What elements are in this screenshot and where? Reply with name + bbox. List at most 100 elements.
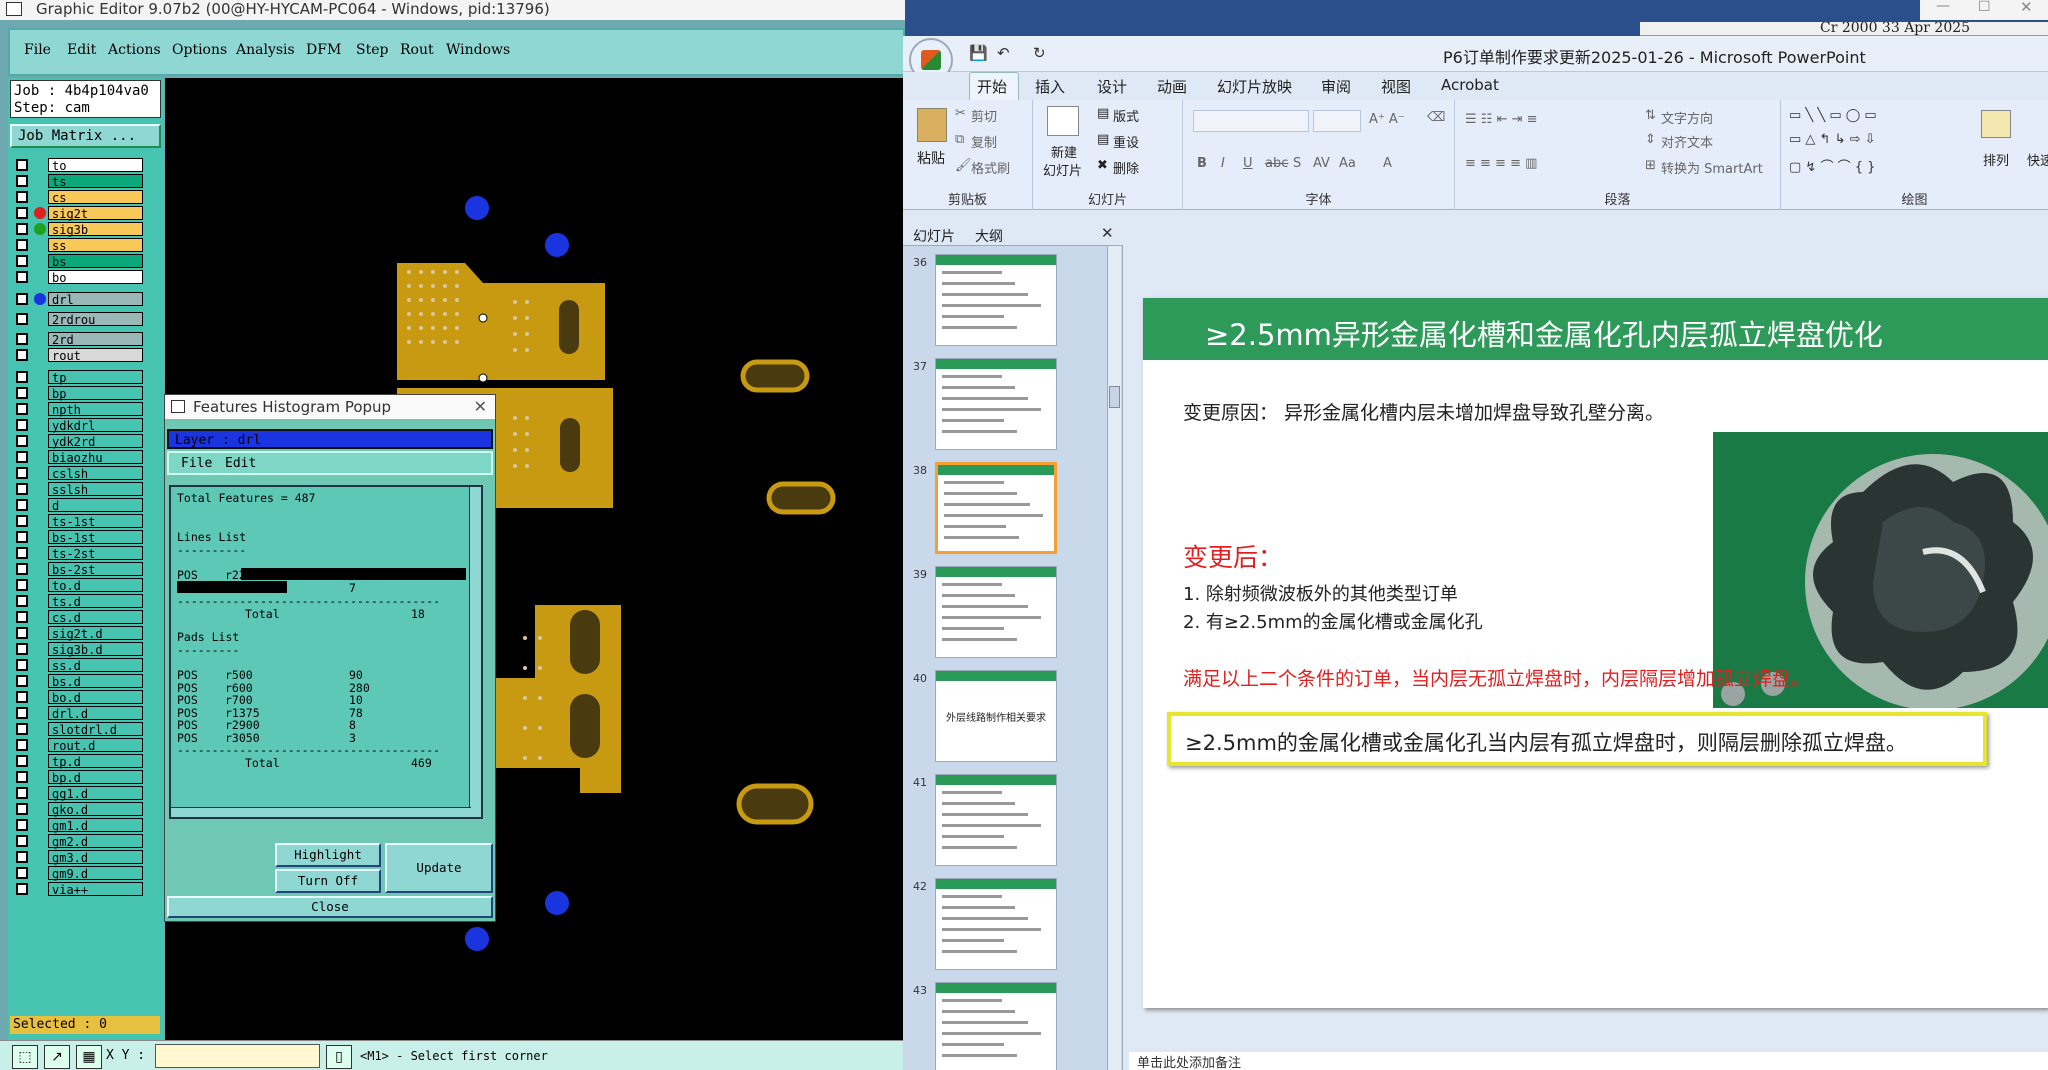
menu-analysis[interactable]: Analysis	[236, 42, 295, 58]
layer-row[interactable]: npth	[12, 402, 143, 417]
layer-name[interactable]: gm2.d	[48, 834, 143, 849]
layer-checkbox[interactable]	[16, 271, 28, 283]
font-name-combo[interactable]	[1193, 110, 1309, 132]
bold-icon[interactable]: B	[1197, 156, 1207, 171]
layer-checkbox[interactable]	[16, 835, 28, 847]
layer-checkbox[interactable]	[16, 867, 28, 879]
layer-name[interactable]: rout	[48, 348, 143, 363]
layer-checkbox[interactable]	[16, 419, 28, 431]
layer-row[interactable]: gko.d	[12, 802, 143, 817]
layer-name[interactable]: gg1.d	[48, 786, 143, 801]
layer-row[interactable]: to.d	[12, 578, 143, 593]
menu-options[interactable]: Options	[172, 42, 227, 58]
menu-edit[interactable]: Edit	[67, 42, 96, 58]
layer-name[interactable]: ydk2rd	[48, 434, 143, 449]
shapes-gallery[interactable]: ▭ ╲ ╲ ▭ ◯ ▭	[1789, 108, 1877, 123]
layer-name[interactable]: bp	[48, 386, 143, 401]
layer-checkbox[interactable]	[16, 563, 28, 575]
arrange-button[interactable]: 排列	[1983, 150, 2009, 169]
layer-row[interactable]: gm2.d	[12, 834, 143, 849]
layer-row[interactable]: gm1.d	[12, 818, 143, 833]
delete-icon[interactable]: ✖	[1097, 158, 1108, 173]
layer-name[interactable]: cs.d	[48, 610, 143, 625]
layer-name[interactable]: gm3.d	[48, 850, 143, 865]
smartart-icon[interactable]: ⊞	[1645, 158, 1656, 173]
layer-checkbox[interactable]	[16, 851, 28, 863]
layout-icon[interactable]: ▤	[1097, 106, 1109, 121]
menu-rout[interactable]: Rout	[400, 42, 434, 58]
layer-checkbox[interactable]	[16, 159, 28, 171]
grow-font-icon[interactable]: A⁺ A⁻	[1369, 112, 1405, 127]
layer-checkbox[interactable]	[16, 515, 28, 527]
new-slide-button-line2[interactable]: 幻灯片	[1043, 160, 1082, 179]
layer-name[interactable]: tp	[48, 370, 143, 385]
menu-dfm[interactable]: DFM	[306, 42, 341, 58]
quick-styles-button[interactable]: 快速	[2027, 150, 2048, 169]
layer-row[interactable]: sig3b.d	[12, 642, 143, 657]
pointer-tool-icon[interactable]: ↗	[44, 1045, 70, 1069]
layer-row[interactable]: gm9.d	[12, 866, 143, 881]
layer-name[interactable]: cs	[48, 190, 143, 205]
slide-thumbnail[interactable]	[935, 566, 1057, 658]
layer-row[interactable]: sslsh	[12, 482, 143, 497]
layer-row[interactable]: ts-2st	[12, 546, 143, 561]
layer-row[interactable]: bs-2st	[12, 562, 143, 577]
highlight-button[interactable]: Highlight	[275, 843, 381, 867]
layer-name[interactable]: ss	[48, 238, 143, 253]
layer-checkbox[interactable]	[16, 435, 28, 447]
bullets-icon[interactable]: ☰ ☷ ⇤ ⇥ ≡	[1465, 112, 1538, 127]
tab-slideshow[interactable]: 幻灯片放映	[1217, 76, 1292, 97]
arrange-icon[interactable]	[1981, 110, 2011, 138]
tab-home[interactable]: 开始	[977, 76, 1007, 97]
histogram-list[interactable]: Total Features = 487 Lines List --------…	[169, 485, 483, 819]
close-icon[interactable]: ✕	[2020, 0, 2033, 16]
layer-name[interactable]: bs.d	[48, 674, 143, 689]
layer-name[interactable]: drl.d	[48, 706, 143, 721]
layer-checkbox[interactable]	[16, 547, 28, 559]
layer-name[interactable]: sig3b.d	[48, 642, 143, 657]
shapes-gallery-row2[interactable]: ▭ △ ↰ ↳ ⇨ ⇩	[1789, 132, 1876, 147]
close-button[interactable]: Close	[167, 896, 493, 918]
layer-checkbox[interactable]	[16, 255, 28, 267]
layer-row[interactable]: to	[12, 158, 143, 173]
layer-checkbox[interactable]	[16, 595, 28, 607]
layer-checkbox[interactable]	[16, 239, 28, 251]
layer-checkbox[interactable]	[16, 739, 28, 751]
paste-icon[interactable]	[917, 108, 947, 142]
layer-checkbox[interactable]	[16, 723, 28, 735]
menu-step[interactable]: Step	[356, 42, 388, 58]
tab-insert[interactable]: 插入	[1035, 76, 1065, 97]
align-text-icon[interactable]: ⇕	[1645, 132, 1656, 147]
layer-checkbox[interactable]	[16, 403, 28, 415]
layer-row[interactable]: gg1.d	[12, 786, 143, 801]
layer-row[interactable]: ss.d	[12, 658, 143, 673]
layer-checkbox[interactable]	[16, 467, 28, 479]
layer-checkbox[interactable]	[16, 819, 28, 831]
layer-name[interactable]: 2rd	[48, 332, 143, 347]
layer-name[interactable]: 2rdrou	[48, 312, 143, 327]
maximize-icon[interactable]: ☐	[1978, 0, 1991, 15]
layer-name[interactable]: ts-2st	[48, 546, 143, 561]
layer-checkbox[interactable]	[16, 387, 28, 399]
layer-row[interactable]: ss	[12, 238, 143, 253]
strikethrough-icon[interactable]: abc	[1265, 156, 1288, 171]
layer-row[interactable]: via++	[12, 882, 143, 897]
xy-input[interactable]	[155, 1044, 320, 1068]
layer-checkbox[interactable]	[16, 659, 28, 671]
layer-name[interactable]: sig2t	[48, 206, 143, 221]
layout-button[interactable]: 版式	[1113, 106, 1139, 125]
layer-checkbox[interactable]	[16, 223, 28, 235]
layer-name[interactable]: gm9.d	[48, 866, 143, 881]
slide-thumbnail[interactable]: 外层线路制作相关要求	[935, 670, 1057, 762]
align-text-button[interactable]: 对齐文本	[1661, 132, 1713, 151]
redo-icon[interactable]: ↻	[1033, 44, 1046, 62]
layer-name[interactable]: rout.d	[48, 738, 143, 753]
layer-row[interactable]: slotdrl.d	[12, 722, 143, 737]
smartart-button[interactable]: 转换为 SmartArt	[1661, 158, 1763, 177]
slide-thumbnail[interactable]	[935, 254, 1057, 346]
save-icon[interactable]: 💾	[969, 44, 988, 62]
layer-row[interactable]: bs.d	[12, 674, 143, 689]
select-tool-icon[interactable]: ⬚	[12, 1045, 38, 1069]
layer-checkbox[interactable]	[16, 349, 28, 361]
reset-icon[interactable]: ▤	[1097, 132, 1109, 147]
